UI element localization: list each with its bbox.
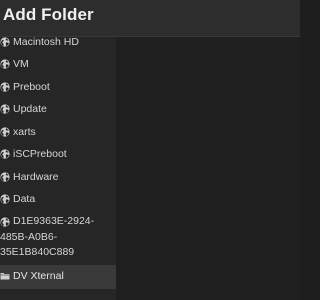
sidebar-item-label: Macintosh HD	[13, 36, 79, 48]
label-line-3: 35E1B840C889	[0, 246, 75, 258]
sidebar-item-label: D1E9363E-2924- 485B-A0B6- 35E1B840C889	[0, 214, 113, 261]
sidebar-item-label: iSCPreboot	[13, 148, 67, 160]
globe-icon	[0, 172, 10, 182]
title-bar: Add Folder	[0, 0, 300, 37]
label-line-1: D1E9363E-2924-	[13, 215, 95, 227]
globe-icon	[0, 127, 10, 137]
sidebar-item-label: Hardware	[13, 171, 59, 183]
sidebar-item-label: xarts	[13, 126, 36, 138]
sidebar-item-hardware[interactable]: Hardware	[0, 168, 116, 190]
sidebar-item-label: Preboot	[13, 81, 50, 93]
sidebar-item-dv-xternal[interactable]: DV Xternal	[0, 265, 116, 289]
globe-icon	[0, 37, 10, 47]
sidebar-item-label: DV Xternal	[13, 270, 64, 282]
dialog-title: Add Folder	[3, 5, 94, 24]
sidebar-item-volume-uuid[interactable]: D1E9363E-2924- 485B-A0B6- 35E1B840C889	[0, 213, 116, 263]
sidebar-item-iscpreboot[interactable]: iSCPreboot	[0, 145, 116, 167]
globe-icon	[0, 59, 10, 69]
sidebar-item-label: Data	[13, 193, 36, 205]
sidebar-item-data[interactable]: Data	[0, 190, 116, 212]
sidebar-item-vm[interactable]: VM	[0, 55, 116, 77]
globe-icon	[0, 194, 10, 204]
add-folder-dialog: Add Folder Macintosh HD VM Preboot Updat…	[0, 0, 300, 300]
sidebar-item-label: Update	[13, 103, 47, 115]
sidebar-item-update[interactable]: Update	[0, 100, 116, 122]
volume-sidebar: Macintosh HD VM Preboot Update xarts iSC…	[0, 36, 116, 300]
globe-icon	[0, 82, 10, 92]
sidebar-item-xarts[interactable]: xarts	[0, 123, 116, 145]
folder-content-pane	[116, 37, 300, 300]
sidebar-item-label: VM	[13, 58, 29, 70]
globe-icon	[0, 149, 10, 159]
globe-icon	[0, 104, 10, 114]
sidebar-item-macintosh-hd[interactable]: Macintosh HD	[0, 33, 116, 55]
globe-icon	[0, 217, 10, 227]
folder-icon	[0, 273, 10, 280]
sidebar-item-preboot[interactable]: Preboot	[0, 78, 116, 100]
label-line-2: 485B-A0B6-	[0, 230, 58, 243]
